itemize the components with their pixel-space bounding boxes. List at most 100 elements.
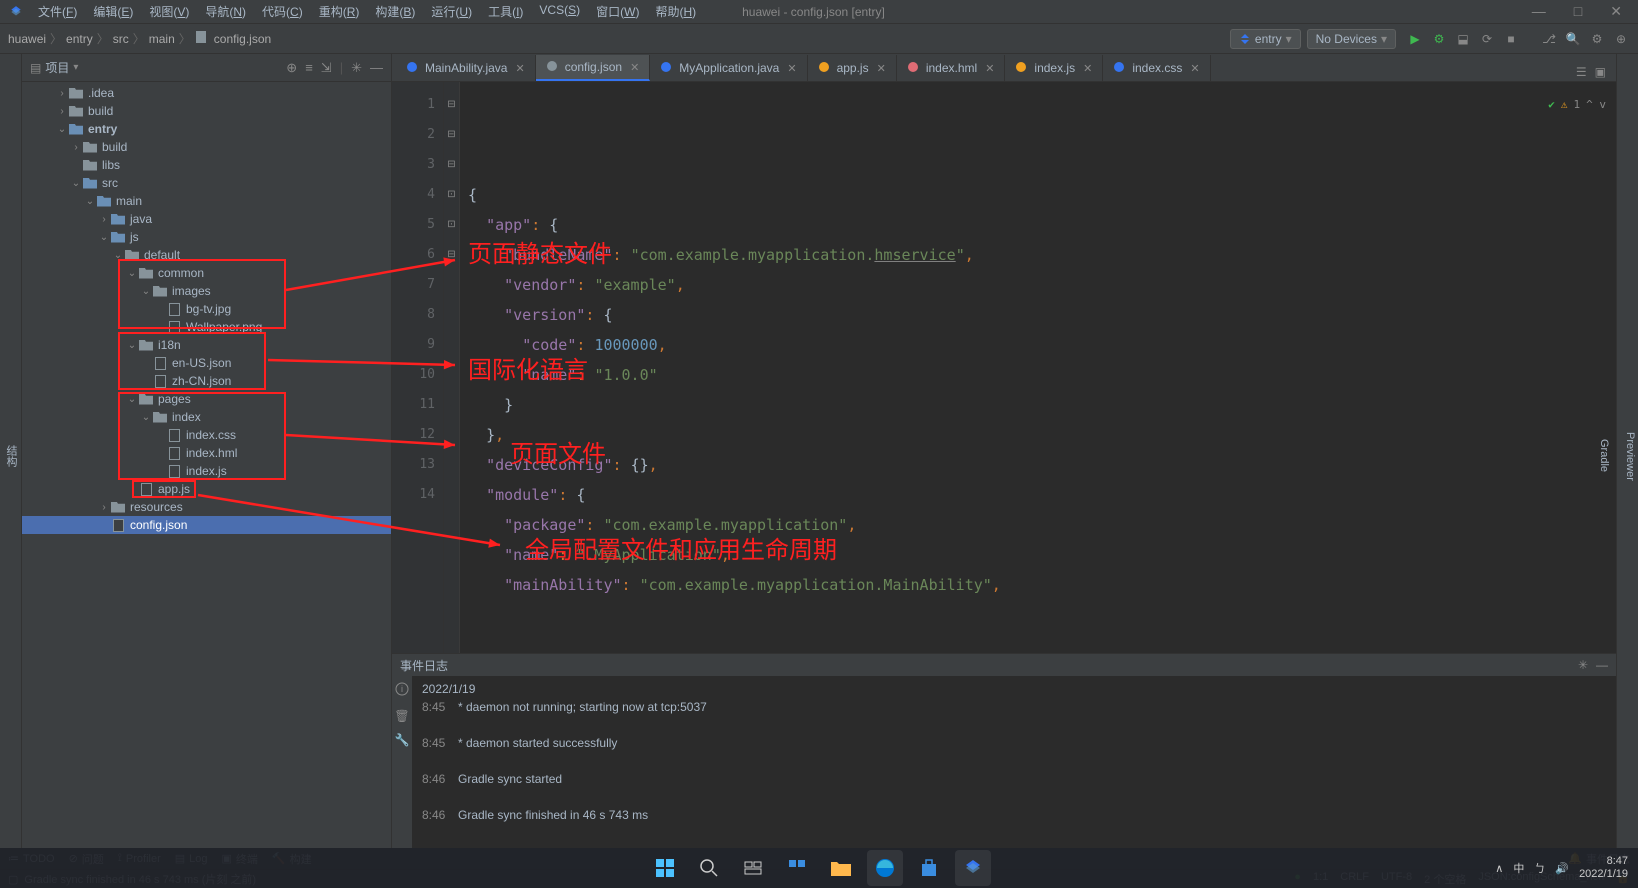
tree-main[interactable]: ⌄main (22, 192, 391, 210)
tree-index.hml[interactable]: index.hml (22, 444, 391, 462)
settings-icon[interactable]: ✳ (351, 60, 362, 76)
close-tab-icon[interactable]: ✕ (515, 62, 524, 75)
explorer-button[interactable] (823, 850, 859, 886)
tab-app.js[interactable]: app.js✕ (808, 55, 897, 81)
tray-ime-icon[interactable]: 中 (1513, 860, 1524, 876)
crumb-huawei[interactable]: huawei (8, 32, 46, 46)
windows-taskbar[interactable]: ∧ 中 ㄅ 🔊 8:47 2022/1/19 (0, 848, 1638, 888)
log-info-icon[interactable]: i (395, 682, 409, 699)
tree-app.js[interactable]: app.js (22, 480, 391, 498)
widgets-button[interactable] (779, 850, 815, 886)
menu-编辑[interactable]: 编辑(E) (87, 1, 139, 22)
tree-java[interactable]: ›java (22, 210, 391, 228)
close-button[interactable]: ✕ (1602, 1, 1630, 22)
log-content[interactable]: 2022/1/19 8:45* daemon not running; star… (412, 676, 1616, 848)
tree-default[interactable]: ⌄default (22, 246, 391, 264)
git-button[interactable]: ⎇ (1540, 30, 1558, 48)
start-button[interactable] (647, 850, 683, 886)
tree-build[interactable]: ›build (22, 138, 391, 156)
menu-运行[interactable]: 运行(U) (425, 1, 478, 22)
menu-窗口[interactable]: 窗口(W) (590, 1, 645, 22)
menu-VCS[interactable]: VCS(S) (533, 1, 586, 22)
tree-pages[interactable]: ⌄pages (22, 390, 391, 408)
updates-icon[interactable]: ⊕ (1612, 30, 1630, 48)
tree-config.json[interactable]: config.json (22, 516, 391, 534)
run-button[interactable]: ▶ (1406, 30, 1424, 48)
menu-导航[interactable]: 导航(N) (199, 1, 252, 22)
gutter-previewer[interactable]: Previewer (1622, 426, 1638, 487)
tree-entry[interactable]: ⌄entry (22, 120, 391, 138)
menu-帮助[interactable]: 帮助(H) (649, 1, 702, 22)
tree-src[interactable]: ⌄src (22, 174, 391, 192)
tree-libs[interactable]: libs (22, 156, 391, 174)
minimize-button[interactable]: — (1524, 1, 1554, 22)
search-button[interactable] (691, 850, 727, 886)
tray-input-icon[interactable]: ㄅ (1534, 860, 1545, 876)
taskbar-clock[interactable]: 8:47 2022/1/19 (1579, 855, 1628, 881)
log-hide-icon[interactable]: — (1596, 658, 1608, 672)
edge-button[interactable] (867, 850, 903, 886)
fold-gutter[interactable]: ⊟⊟⊟⊡⊡⊟ (444, 82, 460, 653)
devstudio-button[interactable] (955, 850, 991, 886)
crumb-config.json[interactable]: config.json (214, 32, 271, 46)
profile-button[interactable]: ⟳ (1478, 30, 1496, 48)
debug-button[interactable]: ⚙ (1430, 30, 1448, 48)
close-tab-icon[interactable]: ✕ (1190, 62, 1199, 75)
tab-MainAbility.java[interactable]: MainAbility.java✕ (396, 55, 536, 81)
tree-js[interactable]: ⌄js (22, 228, 391, 246)
crumb-entry[interactable]: entry (66, 32, 93, 46)
editor-view-list-icon[interactable]: ☰ (1574, 63, 1589, 81)
menu-构建[interactable]: 构建(B) (369, 1, 421, 22)
hide-icon[interactable]: — (370, 60, 383, 76)
maximize-button[interactable]: □ (1566, 1, 1590, 22)
tree-bg-tv.jpg[interactable]: bg-tv.jpg (22, 300, 391, 318)
tree-index[interactable]: ⌄index (22, 408, 391, 426)
tree-i18n[interactable]: ⌄i18n (22, 336, 391, 354)
close-tab-icon[interactable]: ✕ (985, 62, 994, 75)
run-config-dropdown[interactable]: entry ▾ (1230, 29, 1301, 49)
settings-icon[interactable]: ⚙ (1588, 30, 1606, 48)
menu-工具[interactable]: 工具(I) (482, 1, 529, 22)
search-icon[interactable]: 🔍 (1564, 30, 1582, 48)
tree-Wallpaper.png[interactable]: Wallpaper.png (22, 318, 391, 336)
coverage-button[interactable]: ⬓ (1454, 30, 1472, 48)
tree-en-US.json[interactable]: en-US.json (22, 354, 391, 372)
tree-index.css[interactable]: index.css (22, 426, 391, 444)
tab-index.css[interactable]: index.css✕ (1103, 55, 1210, 81)
crumb-src[interactable]: src (113, 32, 129, 46)
collapse-icon[interactable]: ⇲ (321, 60, 332, 76)
editor-inspection-widget[interactable]: ✔ ⚠ 1 ^ v (1548, 90, 1606, 120)
menu-文件[interactable]: 文件(F) (32, 1, 83, 22)
tab-index.js[interactable]: index.js✕ (1005, 55, 1103, 81)
menu-代码[interactable]: 代码(C) (256, 1, 309, 22)
log-clear-icon[interactable]: 🗑 (394, 709, 409, 723)
tree-resources[interactable]: ›resources (22, 498, 391, 516)
task-view-button[interactable] (735, 850, 771, 886)
editor-view-preview-icon[interactable]: ▣ (1593, 63, 1608, 81)
system-tray[interactable]: ∧ 中 ㄅ 🔊 8:47 2022/1/19 (1495, 855, 1628, 881)
device-dropdown[interactable]: No Devices ▾ (1307, 29, 1396, 49)
menu-重构[interactable]: 重构(R) (313, 1, 366, 22)
menu-视图[interactable]: 视图(V) (143, 1, 195, 22)
close-tab-icon[interactable]: ✕ (877, 62, 886, 75)
tray-volume-icon[interactable]: 🔊 (1555, 862, 1569, 875)
tab-config.json[interactable]: config.json✕ (536, 55, 651, 81)
expand-icon[interactable]: ≡ (305, 60, 313, 76)
store-button[interactable] (911, 850, 947, 886)
close-tab-icon[interactable]: ✕ (630, 61, 639, 74)
tree-.idea[interactable]: ›.idea (22, 84, 391, 102)
crumb-main[interactable]: main (149, 32, 175, 46)
tree-common[interactable]: ⌄common (22, 264, 391, 282)
tree-zh-CN.json[interactable]: zh-CN.json (22, 372, 391, 390)
tab-MyApplication.java[interactable]: MyApplication.java✕ (650, 55, 807, 81)
gutter-structure[interactable]: 结构 (1, 439, 21, 473)
tree-build[interactable]: ›build (22, 102, 391, 120)
stop-button[interactable]: ■ (1502, 30, 1520, 48)
code-editor[interactable]: ✔ ⚠ 1 ^ v { "app": { "bundleName": "com.… (460, 82, 1616, 653)
log-settings-icon[interactable]: ✳ (1578, 658, 1588, 672)
log-wrench-icon[interactable]: 🔧 (395, 733, 410, 747)
tray-chevron-icon[interactable]: ∧ (1495, 862, 1503, 875)
locate-icon[interactable]: ⊕ (286, 60, 297, 76)
tree-images[interactable]: ⌄images (22, 282, 391, 300)
close-tab-icon[interactable]: ✕ (1083, 62, 1092, 75)
